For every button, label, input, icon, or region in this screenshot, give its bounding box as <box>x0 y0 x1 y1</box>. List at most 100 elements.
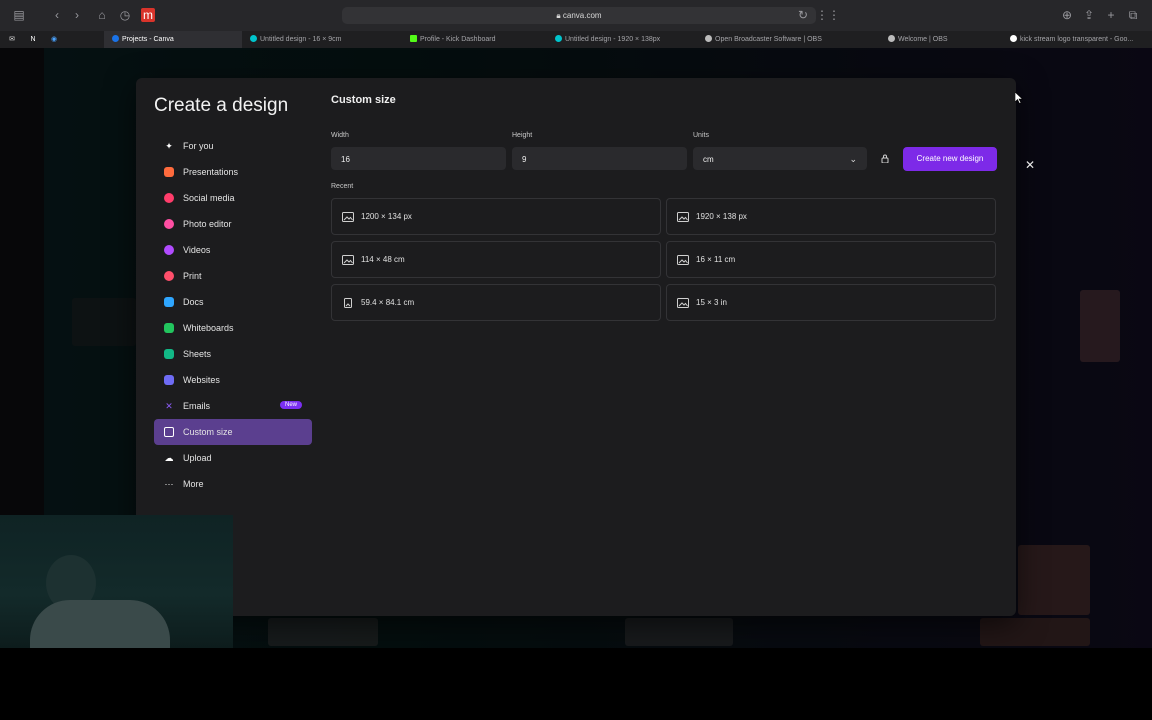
nav-item-for-you[interactable]: ✦ For you <box>154 133 312 159</box>
address-bar[interactable]: 🔒︎ canva.com <box>342 7 816 24</box>
tab-untitled-1920[interactable]: Untitled design - 1920 × 138px <box>555 31 695 48</box>
tab-bar: ✉ N ◉ Projects - Canva Untitled design -… <box>0 31 1152 49</box>
nav-item-videos[interactable]: Videos <box>154 237 312 263</box>
custom-size-title: Custom size <box>331 94 396 106</box>
height-input[interactable]: 9 <box>512 147 687 170</box>
nav-item-sheets[interactable]: Sheets <box>154 341 312 367</box>
downloads-icon[interactable]: ⊕ <box>1060 8 1074 22</box>
home-icon[interactable]: ⌂ <box>95 8 109 22</box>
address-text: canva.com <box>562 11 602 20</box>
portrait-image-icon <box>344 298 352 308</box>
aspect-lock-icon[interactable] <box>881 154 889 163</box>
recent-size-item[interactable]: 1920 × 138 px <box>666 198 996 235</box>
custom-size-icon <box>164 427 174 437</box>
recent-size-label: 1920 × 138 px <box>696 212 747 221</box>
recent-size-label: 16 × 11 cm <box>696 255 736 264</box>
recent-size-label: 1200 × 134 px <box>361 212 412 221</box>
new-badge: New <box>279 401 302 409</box>
new-tab-icon[interactable]: + <box>1104 8 1118 22</box>
more-icon: ··· <box>164 479 174 489</box>
tab-google-search[interactable]: kick stream logo transparent - Goo... <box>1010 31 1146 48</box>
pinned-tab-app[interactable]: ◉ <box>46 31 62 48</box>
google-favicon-icon <box>1010 35 1017 42</box>
image-icon <box>677 212 689 222</box>
tab-welcome-obs[interactable]: Welcome | OBS <box>888 31 998 48</box>
width-label: Width <box>331 132 349 139</box>
forward-icon[interactable]: › <box>70 8 84 22</box>
height-label: Height <box>512 132 533 139</box>
back-icon[interactable]: ‹ <box>50 8 64 22</box>
nav-item-print[interactable]: Print <box>154 263 312 289</box>
recent-size-item[interactable]: 16 × 11 cm <box>666 241 996 278</box>
recent-size-label: 114 × 48 cm <box>361 255 405 264</box>
nav-item-more[interactable]: ··· More <box>154 471 312 497</box>
whiteboard-icon <box>164 323 174 333</box>
website-icon <box>164 375 174 385</box>
chevron-down-icon: ⌄ <box>849 154 857 164</box>
canva-favicon-icon <box>555 35 562 42</box>
image-icon <box>677 255 689 265</box>
mouse-cursor-icon <box>1015 92 1023 104</box>
modal-title: Create a design <box>154 95 289 116</box>
nav-item-custom-size[interactable]: Custom size <box>154 419 312 445</box>
extension-icon[interactable]: m <box>141 8 155 22</box>
close-icon[interactable]: ✕ <box>1025 159 1035 171</box>
units-select[interactable]: cm ⌄ <box>693 147 867 170</box>
recent-size-label: 59.4 × 84.1 cm <box>361 298 415 307</box>
sparkle-icon: ✦ <box>165 141 173 151</box>
create-new-design-button[interactable]: Create new design <box>903 147 997 171</box>
presentation-icon <box>164 167 174 177</box>
canva-favicon-icon <box>112 35 119 42</box>
image-icon <box>342 255 354 265</box>
tab-untitled-16x9[interactable]: Untitled design - 16 × 9cm <box>250 31 400 48</box>
create-design-modal: Create a design ✕ ✦ For you Presentations… <box>136 78 1035 616</box>
photo-editor-icon <box>164 219 174 229</box>
tab-kick-dashboard[interactable]: Profile - Kick Dashboard <box>410 31 545 48</box>
webcam-overlay <box>0 515 233 648</box>
nav-item-social-media[interactable]: Social media <box>154 185 312 211</box>
recent-size-item[interactable]: 15 × 3 in <box>666 284 996 321</box>
nav-item-docs[interactable]: Docs <box>154 289 312 315</box>
reload-icon[interactable]: ↻ <box>796 8 810 22</box>
nav-item-whiteboards[interactable]: Whiteboards <box>154 315 312 341</box>
history-icon[interactable]: ◷ <box>118 8 132 22</box>
image-icon <box>677 298 689 308</box>
email-icon: ✕ <box>165 401 173 411</box>
units-value: cm <box>703 155 714 164</box>
recent-size-item[interactable]: 59.4 × 84.1 cm <box>331 284 661 321</box>
pinned-tab-notion[interactable]: N <box>26 31 40 48</box>
screen-frame: ▤ ‹ › ⌂ ◷ m 🔒︎ canva.com ↻ ⋮⋮ ⊕ ⇪ + ⧉ ✉ … <box>0 0 1152 648</box>
recent-size-label: 15 × 3 in <box>696 298 727 307</box>
kick-favicon-icon <box>410 35 417 42</box>
image-icon <box>342 212 354 222</box>
print-icon <box>164 271 174 281</box>
apps-grid-icon[interactable]: ⋮⋮ <box>816 8 840 22</box>
tab-obs[interactable]: Open Broadcaster Software | OBS <box>705 31 855 48</box>
recent-label: Recent <box>331 183 354 190</box>
sheets-icon <box>164 349 174 359</box>
design-type-nav: ✦ For you Presentations Social media Phot… <box>154 133 312 497</box>
browser-toolbar: ▤ ‹ › ⌂ ◷ m 🔒︎ canva.com ↻ ⋮⋮ ⊕ ⇪ + ⧉ <box>0 0 1152 31</box>
nav-item-emails[interactable]: ✕ Emails New <box>154 393 312 419</box>
docs-icon <box>164 297 174 307</box>
video-icon <box>164 245 174 255</box>
heart-icon <box>164 193 174 203</box>
canva-favicon-icon <box>250 35 257 42</box>
width-input[interactable]: 16 <box>331 147 506 170</box>
tab-projects-canva[interactable]: Projects - Canva <box>104 31 242 48</box>
person-body <box>30 600 170 648</box>
obs-favicon-icon <box>888 35 895 42</box>
obs-favicon-icon <box>705 35 712 42</box>
sidebar-toggle-icon[interactable]: ▤ <box>12 8 26 22</box>
pinned-tab-gmail[interactable]: ✉ <box>4 31 20 48</box>
recent-size-item[interactable]: 1200 × 134 px <box>331 198 661 235</box>
upload-icon: ☁ <box>164 453 174 463</box>
recent-size-item[interactable]: 114 × 48 cm <box>331 241 661 278</box>
nav-item-upload[interactable]: ☁ Upload <box>154 445 312 471</box>
nav-item-photo-editor[interactable]: Photo editor <box>154 211 312 237</box>
share-icon[interactable]: ⇪ <box>1082 8 1096 22</box>
nav-item-websites[interactable]: Websites <box>154 367 312 393</box>
nav-item-presentations[interactable]: Presentations <box>154 159 312 185</box>
tab-overview-icon[interactable]: ⧉ <box>1126 8 1140 22</box>
units-label: Units <box>693 132 709 139</box>
